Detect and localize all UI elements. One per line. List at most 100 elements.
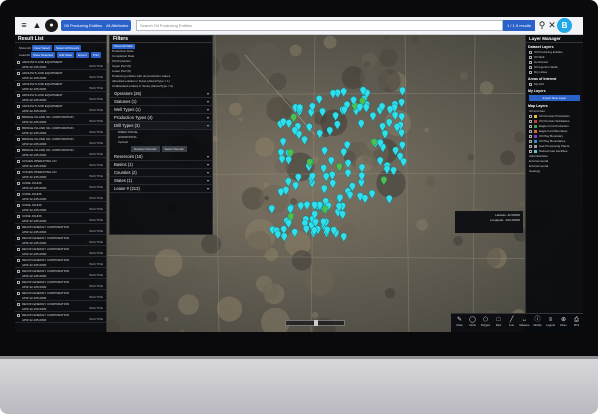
- list-item[interactable]: BRIDGE ISLAND OIL CORPORATION API# 42-165…: [15, 147, 106, 158]
- filter-section[interactable]: Lease # (213): [110, 185, 212, 193]
- entity-filter-pill[interactable]: Oil Producing Entities: [61, 20, 106, 31]
- deselect-results-button[interactable]: Deselect Results: [131, 146, 160, 152]
- list-item[interactable]: ADOLPH'S AND EQUIPMENT API# 42-165-0000 IN…: [15, 59, 106, 70]
- attribute-filter-pill[interactable]: All Attributes: [103, 20, 132, 31]
- list-item[interactable]: DEVON ENERGY CORPORATION API# 42-165-0000…: [15, 290, 106, 301]
- dataset-layer-item[interactable]: Dry Holes: [526, 70, 583, 75]
- app-logo-icon[interactable]: ●: [45, 19, 58, 32]
- list-item[interactable]: CODE JOHNS API# 42-165-0000 INACTIVE: [15, 213, 106, 224]
- list-item[interactable]: BRIDGE ISLAND OIL CORPORATION API# 42-165…: [15, 114, 106, 125]
- filter-section[interactable]: Counties (2): [110, 169, 212, 177]
- list-item[interactable]: CODE JOHNS API# 42-165-0000 INACTIVE: [15, 202, 106, 213]
- list-item[interactable]: DEVON ENERGY CORPORATION API# 42-165-0000…: [15, 268, 106, 279]
- list-item[interactable]: DEVON ENERGY CORPORATION API# 42-165-0000…: [15, 279, 106, 290]
- filter-section[interactable]: Operators (26): [110, 90, 212, 98]
- checkbox-icon[interactable]: [17, 61, 20, 64]
- checkbox-icon[interactable]: [17, 226, 20, 229]
- checkbox-icon[interactable]: [529, 55, 532, 59]
- checkbox-icon[interactable]: [17, 204, 20, 207]
- filter-section[interactable]: Well Types (1): [110, 106, 212, 114]
- checkbox-icon[interactable]: [529, 129, 532, 133]
- print-button[interactable]: Print: [90, 52, 102, 58]
- tool-legend[interactable]: ≡ Legend: [545, 316, 556, 331]
- checkbox-icon[interactable]: [529, 82, 532, 86]
- search-icon[interactable]: ⚲: [537, 20, 547, 31]
- checkbox-icon[interactable]: [17, 314, 20, 317]
- time-slider-handle[interactable]: [314, 320, 318, 326]
- checkbox-icon[interactable]: [17, 83, 20, 86]
- brand-logo-icon[interactable]: B: [557, 18, 572, 33]
- result-count-badge[interactable]: 1 / 1.5 results: [503, 20, 535, 31]
- tool-line[interactable]: ╱ Line: [506, 316, 517, 331]
- filter-section[interactable]: Reservoirs (18): [110, 153, 212, 161]
- checkbox-icon[interactable]: [17, 215, 20, 218]
- filter-section[interactable]: Statuses (1): [110, 98, 212, 106]
- list-item[interactable]: DEVON ENERGY CORPORATION API# 42-165-0000…: [15, 235, 106, 246]
- list-item[interactable]: COGEN OPERATING CO API# 42-165-0000 INACTI…: [15, 169, 106, 180]
- select-results-button[interactable]: Select Results: [161, 146, 187, 152]
- checkbox-icon[interactable]: [529, 50, 532, 54]
- tool-circle[interactable]: ◯ Circle: [467, 316, 478, 331]
- search-input[interactable]: Search Oil Producing Entities: [136, 20, 503, 31]
- filter-section[interactable]: States (1): [110, 177, 212, 185]
- list-item[interactable]: DEVON ENERGY CORPORATION API# 42-165-0000…: [15, 312, 106, 323]
- checkbox-icon[interactable]: [17, 105, 20, 108]
- checkbox-icon[interactable]: [17, 237, 20, 240]
- show-selected-button[interactable]: Show Selected: [30, 52, 55, 58]
- tool-draw[interactable]: ✎ Draw: [454, 316, 465, 331]
- checkbox-icon[interactable]: [17, 94, 20, 97]
- list-item[interactable]: DEVON ENERGY CORPORATION API# 42-165-0000…: [15, 257, 106, 268]
- list-item[interactable]: ADOLPH'S AND EQUIPMENT API# 42-165-0000 IN…: [15, 70, 106, 81]
- checkbox-icon[interactable]: [529, 65, 532, 69]
- checkbox-icon[interactable]: [17, 193, 20, 196]
- filter-section[interactable]: Drill Types (3): [110, 122, 212, 130]
- checkbox-icon[interactable]: [529, 134, 532, 138]
- tool-print[interactable]: ⎙ Print: [571, 316, 582, 331]
- tool-rect[interactable]: □ Rect: [493, 316, 504, 331]
- checkbox-icon[interactable]: [529, 119, 532, 123]
- checkbox-icon[interactable]: [529, 144, 532, 148]
- layer-group[interactable]: Geology: [526, 169, 583, 174]
- checkbox-icon[interactable]: [17, 171, 20, 174]
- add-stats-button[interactable]: Add Stats: [56, 52, 74, 58]
- aoi-item[interactable]: My AOI: [526, 82, 583, 87]
- checkbox-icon[interactable]: [17, 149, 20, 152]
- list-item[interactable]: BRIDGE ISLAND OIL CORPORATION API# 42-165…: [15, 125, 106, 136]
- checkbox-icon[interactable]: [17, 72, 20, 75]
- export-button[interactable]: Export: [76, 52, 89, 58]
- time-slider[interactable]: [285, 320, 345, 326]
- list-item[interactable]: DEVON ENERGY CORPORATION API# 42-165-0000…: [15, 301, 106, 312]
- checkbox-icon[interactable]: [529, 139, 532, 143]
- checkbox-icon[interactable]: [529, 124, 532, 128]
- toggle-row[interactable]: Unallocated entities in Texas (Allocs/Ty…: [112, 84, 210, 89]
- list-item[interactable]: COGEN OPERATING CO API# 42-165-0000 INACTI…: [15, 158, 106, 169]
- checkbox-icon[interactable]: [529, 149, 532, 153]
- load-all-label[interactable]: Load All: [17, 53, 30, 57]
- filter-section[interactable]: Basins (1): [110, 161, 212, 169]
- filter-section[interactable]: Production Types (4): [110, 114, 212, 122]
- checkbox-icon[interactable]: [17, 138, 20, 141]
- list-item[interactable]: DEVON ENERGY CORPORATION API# 42-165-0000…: [15, 224, 106, 235]
- show-all-label[interactable]: Show All: [17, 46, 31, 50]
- checkbox-icon[interactable]: [17, 127, 20, 130]
- list-item[interactable]: DEVON ENERGY CORPORATION API# 42-165-0000…: [15, 246, 106, 257]
- list-item[interactable]: ADOLPH'S AND EQUIPMENT API# 42-165-0000 IN…: [15, 92, 106, 103]
- bell-icon[interactable]: ▲: [32, 20, 42, 31]
- list-item[interactable]: BRIDGE ISLAND OIL CORPORATION API# 42-165…: [15, 136, 106, 147]
- hamburger-menu-icon[interactable]: ≡: [19, 20, 29, 31]
- list-item[interactable]: ADOLPH'S AND EQUIPMENT API# 42-165-0000 IN…: [15, 103, 106, 114]
- clear-select-button[interactable]: Clear Select: [31, 45, 52, 51]
- checkbox-icon[interactable]: [17, 281, 20, 284]
- tool-identify[interactable]: ⓘ Identify: [532, 316, 543, 331]
- tool-polygon[interactable]: ⬠ Polygon: [480, 316, 491, 331]
- checkbox-icon[interactable]: [17, 259, 20, 262]
- checkbox-icon[interactable]: [17, 182, 20, 185]
- close-icon[interactable]: ✕: [547, 20, 557, 31]
- tool-zoom[interactable]: ⊕ Zoom: [558, 316, 569, 331]
- checkbox-icon[interactable]: [529, 70, 532, 74]
- list-item[interactable]: CODE JOHNS API# 42-165-0000 INACTIVE: [15, 191, 106, 202]
- checkbox-icon[interactable]: [17, 116, 20, 119]
- checkbox-icon[interactable]: [17, 303, 20, 306]
- import-layer-button[interactable]: Import New Layer: [529, 95, 580, 101]
- checkbox-icon[interactable]: [17, 248, 20, 251]
